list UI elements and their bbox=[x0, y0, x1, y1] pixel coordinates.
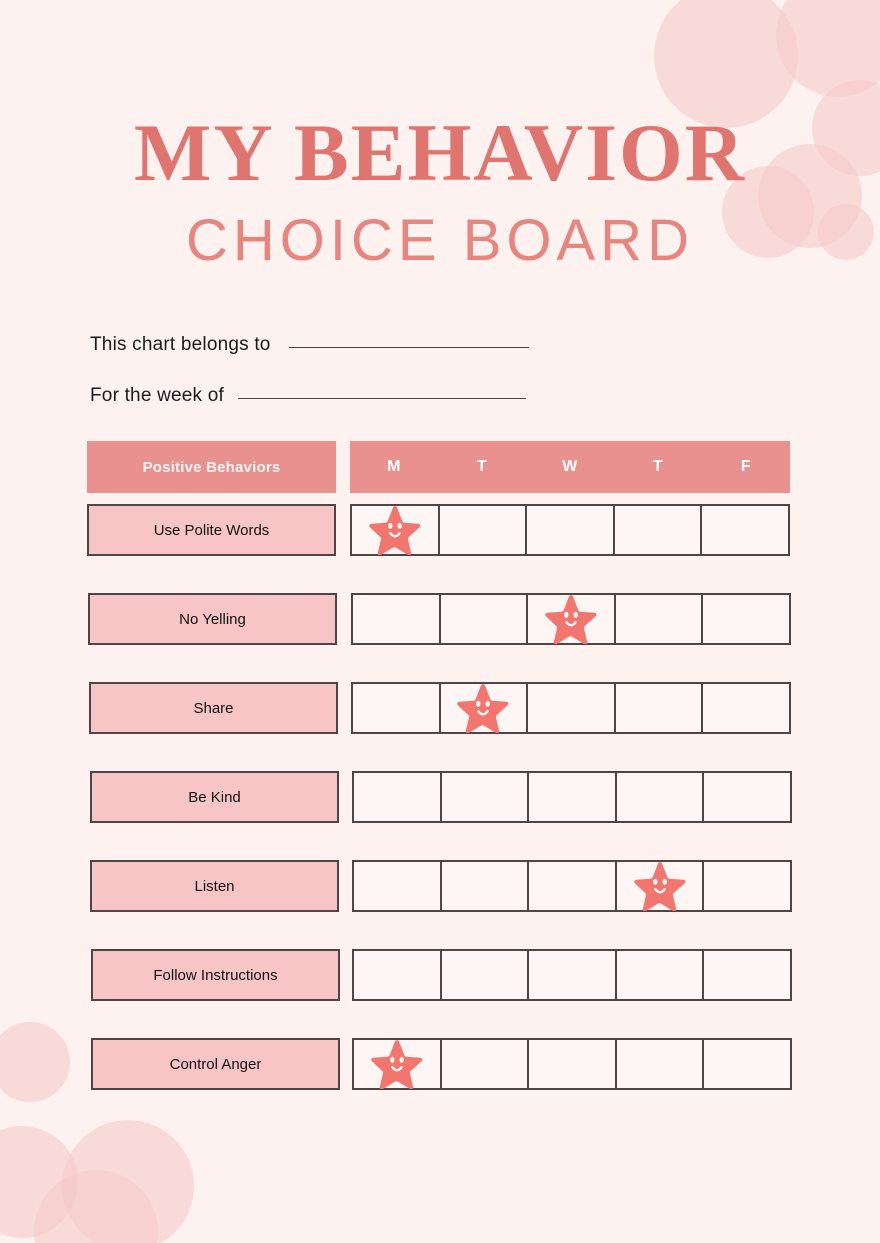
star-sticker bbox=[633, 862, 685, 911]
behavior-cell-t-4[interactable] bbox=[617, 951, 705, 999]
behavior-week-grid bbox=[350, 504, 790, 556]
behavior-cell-w-3[interactable] bbox=[527, 506, 615, 554]
behavior-week-grid bbox=[352, 771, 792, 823]
table-row: Share bbox=[0, 682, 880, 734]
behavior-cell-f-5[interactable] bbox=[704, 1040, 790, 1088]
day-header-4: T bbox=[652, 458, 664, 475]
behaviors-column-header: Positive Behaviors bbox=[87, 441, 336, 493]
table-row: Follow Instructions bbox=[0, 949, 880, 1001]
behavior-table: Positive Behaviors M T W T F Use Polite Words N… bbox=[0, 441, 880, 1127]
behavior-cell-t-4[interactable] bbox=[617, 862, 705, 911]
behavior-cell-t-2[interactable] bbox=[442, 951, 530, 999]
behavior-cell-m-1[interactable] bbox=[352, 506, 440, 555]
behavior-cell-m-1[interactable] bbox=[354, 951, 442, 999]
behavior-cell-f-5[interactable] bbox=[704, 862, 790, 910]
behavior-label: Listen bbox=[90, 860, 339, 912]
behavior-label: Share bbox=[89, 682, 338, 734]
behavior-label: Use Polite Words bbox=[87, 504, 336, 556]
week-field-label: For the week of bbox=[90, 385, 224, 406]
behavior-week-grid bbox=[352, 860, 792, 912]
table-row: Use Polite Words bbox=[0, 504, 880, 556]
behavior-cell-m-1[interactable] bbox=[354, 773, 442, 821]
star-sticker bbox=[371, 1040, 423, 1089]
behavior-cell-t-4[interactable] bbox=[615, 506, 703, 554]
behavior-cell-f-5[interactable] bbox=[702, 506, 788, 554]
owner-field-label: This chart belongs to bbox=[90, 334, 271, 355]
behavior-cell-f-5[interactable] bbox=[703, 684, 789, 732]
behavior-cell-t-4[interactable] bbox=[616, 684, 704, 732]
owner-field-row: This chart belongs to bbox=[90, 334, 529, 356]
behavior-cell-w-3[interactable] bbox=[529, 951, 617, 999]
behavior-cell-w-3[interactable] bbox=[528, 595, 616, 644]
behavior-cell-f-5[interactable] bbox=[704, 773, 790, 821]
behavior-cell-m-1[interactable] bbox=[353, 684, 441, 732]
behavior-cell-t-4[interactable] bbox=[617, 773, 705, 821]
behavior-cell-t-2[interactable] bbox=[441, 595, 529, 643]
day-header-5: F bbox=[740, 458, 752, 475]
star-sticker bbox=[369, 506, 421, 555]
behavior-cell-f-5[interactable] bbox=[704, 951, 790, 999]
owner-field-input[interactable] bbox=[288, 347, 529, 348]
behavior-week-grid bbox=[351, 682, 791, 734]
behavior-week-grid bbox=[352, 949, 792, 1001]
behavior-label: Follow Instructions bbox=[91, 949, 340, 1001]
page-title: MY BEHAVIOR bbox=[133, 107, 746, 198]
star-sticker bbox=[545, 595, 597, 644]
behavior-week-grid bbox=[352, 1038, 792, 1090]
week-field-row: For the week of bbox=[90, 385, 526, 407]
table-row: Control Anger bbox=[0, 1038, 880, 1090]
behavior-cell-t-4[interactable] bbox=[617, 1040, 705, 1088]
behavior-cell-f-5[interactable] bbox=[703, 595, 789, 643]
behavior-label: Be Kind bbox=[90, 771, 339, 823]
behavior-week-grid bbox=[351, 593, 791, 645]
behavior-cell-t-4[interactable] bbox=[616, 595, 704, 643]
day-header-2: T bbox=[476, 458, 488, 475]
day-headers: MTWTF bbox=[350, 441, 790, 493]
behavior-cell-w-3[interactable] bbox=[529, 1040, 617, 1088]
week-field-input[interactable] bbox=[237, 398, 526, 399]
behavior-cell-t-2[interactable] bbox=[442, 1040, 530, 1088]
table-header-row: Positive Behaviors M T W T F bbox=[0, 441, 880, 493]
behavior-cell-w-3[interactable] bbox=[529, 773, 617, 821]
behavior-cell-w-3[interactable] bbox=[529, 862, 617, 910]
behavior-cell-t-2[interactable] bbox=[441, 684, 529, 733]
table-row: Be Kind bbox=[0, 771, 880, 823]
behavior-chart-page: MY BEHAVIOR CHOICE BOARD This chart belo… bbox=[0, 0, 880, 1243]
page-subtitle: CHOICE BOARD bbox=[186, 208, 694, 273]
day-header-1: M bbox=[387, 458, 401, 475]
behavior-cell-t-2[interactable] bbox=[440, 506, 528, 554]
star-sticker bbox=[457, 684, 509, 733]
behavior-label: Control Anger bbox=[91, 1038, 340, 1090]
table-row: No Yelling bbox=[0, 593, 880, 645]
behavior-cell-m-1[interactable] bbox=[354, 1040, 442, 1089]
behavior-cell-t-2[interactable] bbox=[442, 862, 530, 910]
behavior-cell-m-1[interactable] bbox=[353, 595, 441, 643]
behavior-cell-w-3[interactable] bbox=[528, 684, 616, 732]
behavior-label: No Yelling bbox=[88, 593, 337, 645]
behavior-cell-m-1[interactable] bbox=[354, 862, 442, 910]
table-row: Listen bbox=[0, 860, 880, 912]
day-header-3: W bbox=[562, 458, 578, 475]
behavior-cell-t-2[interactable] bbox=[442, 773, 530, 821]
